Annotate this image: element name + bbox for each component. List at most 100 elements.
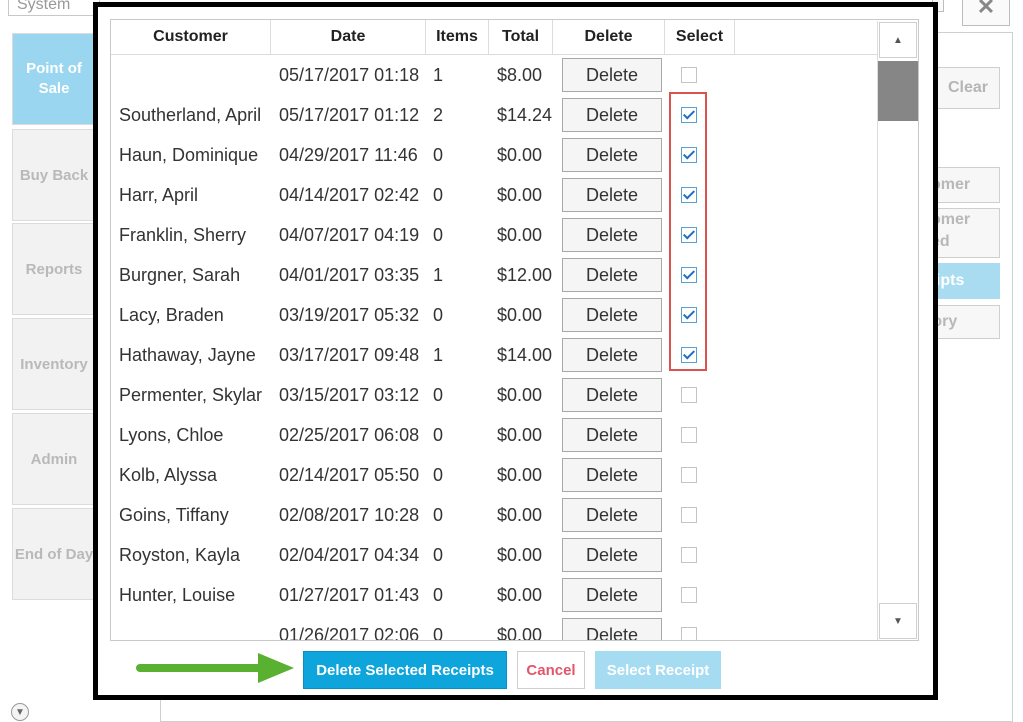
items-cell: 1 bbox=[433, 345, 444, 365]
select-checkbox[interactable] bbox=[681, 587, 697, 603]
table-row[interactable]: Hunter, Louise 01/27/2017 01:43 0 $0.00 Dele… bbox=[111, 575, 879, 615]
customer-cell: Lyons, Chloe bbox=[119, 425, 224, 445]
items-cell: 0 bbox=[433, 585, 444, 605]
table-row[interactable]: Lyons, Chloe 02/25/2017 06:08 0 $0.00 Delete bbox=[111, 415, 879, 455]
close-button[interactable]: ✕ bbox=[962, 0, 1010, 26]
date-cell: 01/26/2017 02:06 bbox=[279, 625, 420, 641]
date-cell: 01/27/2017 01:43 bbox=[279, 585, 420, 605]
sidebar-item-point-of-sale[interactable]: Point of Sale bbox=[12, 33, 96, 125]
delete-row-button[interactable]: Delete bbox=[562, 138, 662, 172]
total-cell: $0.00 bbox=[497, 145, 543, 165]
clear-button[interactable]: Clear bbox=[936, 67, 1000, 109]
items-cell: 0 bbox=[433, 225, 444, 245]
date-cell: 03/17/2017 09:48 bbox=[279, 345, 420, 365]
customer-cell: Kolb, Alyssa bbox=[119, 465, 218, 485]
total-cell: $0.00 bbox=[497, 585, 543, 605]
table-row[interactable]: 05/17/2017 01:18 1 $8.00 Delete bbox=[111, 55, 879, 95]
table-row[interactable]: Goins, Tiffany 02/08/2017 10:28 0 $0.00 Dele… bbox=[111, 495, 879, 535]
table-row[interactable]: Kolb, Alyssa 02/14/2017 05:50 0 $0.00 Delete bbox=[111, 455, 879, 495]
customer-cell: Franklin, Sherry bbox=[119, 225, 247, 245]
header-total[interactable]: Total bbox=[489, 20, 553, 54]
customer-cell: Lacy, Braden bbox=[119, 305, 224, 325]
delete-row-button[interactable]: Delete bbox=[562, 58, 662, 92]
delete-row-button[interactable]: Delete bbox=[562, 258, 662, 292]
table-row[interactable]: Permenter, Skylar 03/15/2017 03:12 0 $0.00 D… bbox=[111, 375, 879, 415]
receipts-grid: Customer Date Items Total Delete Select … bbox=[110, 19, 919, 641]
delete-row-button[interactable]: Delete bbox=[562, 538, 662, 572]
table-row[interactable]: Franklin, Sherry 04/07/2017 04:19 0 $0.00 De… bbox=[111, 215, 879, 255]
sidebar-item-reports[interactable]: Reports bbox=[12, 223, 96, 315]
select-checkbox[interactable] bbox=[681, 387, 697, 403]
sidebar-item-inventory[interactable]: Inventory bbox=[12, 318, 96, 410]
delete-row-button[interactable]: Delete bbox=[562, 498, 662, 532]
items-cell: 1 bbox=[433, 265, 444, 285]
sidebar-item-end-of-day[interactable]: End of Day bbox=[12, 508, 96, 600]
items-cell: 0 bbox=[433, 625, 444, 641]
delete-row-button[interactable]: Delete bbox=[562, 338, 662, 372]
receipts-dialog: Customer Date Items Total Delete Select … bbox=[93, 2, 938, 700]
customer-cell: Hunter, Louise bbox=[119, 585, 236, 605]
delete-row-button[interactable]: Delete bbox=[562, 298, 662, 332]
table-row[interactable]: Haun, Dominique 04/29/2017 11:46 0 $0.00 Del… bbox=[111, 135, 879, 175]
date-cell: 04/01/2017 03:35 bbox=[279, 265, 420, 285]
delete-row-button[interactable]: Delete bbox=[562, 218, 662, 252]
cancel-button[interactable]: Cancel bbox=[517, 651, 585, 689]
delete-row-button[interactable]: Delete bbox=[562, 458, 662, 492]
items-cell: 0 bbox=[433, 425, 444, 445]
header-customer[interactable]: Customer bbox=[111, 20, 271, 54]
total-cell: $0.00 bbox=[497, 505, 543, 525]
total-cell: $0.00 bbox=[497, 385, 543, 405]
date-cell: 02/04/2017 04:34 bbox=[279, 545, 420, 565]
delete-row-button[interactable]: Delete bbox=[562, 178, 662, 212]
scroll-up-icon[interactable]: ▲ bbox=[879, 22, 917, 58]
vertical-scrollbar[interactable]: ▲ ▼ bbox=[877, 21, 918, 640]
delete-row-button[interactable]: Delete bbox=[562, 618, 662, 640]
header-items[interactable]: Items bbox=[426, 20, 489, 54]
select-checkbox[interactable] bbox=[681, 467, 697, 483]
date-cell: 02/14/2017 05:50 bbox=[279, 465, 420, 485]
select-checkbox[interactable] bbox=[681, 427, 697, 443]
select-receipt-button[interactable]: Select Receipt bbox=[595, 651, 721, 689]
sidebar-item-buy-back[interactable]: Buy Back bbox=[12, 129, 96, 221]
sidebar-item-admin[interactable]: Admin bbox=[12, 413, 96, 505]
customer-cell: Royston, Kayla bbox=[119, 545, 241, 565]
select-checkbox[interactable] bbox=[681, 507, 697, 523]
total-cell: $0.00 bbox=[497, 425, 543, 445]
system-field[interactable]: System bbox=[8, 0, 100, 16]
header-select[interactable]: Select bbox=[665, 20, 735, 54]
delete-row-button[interactable]: Delete bbox=[562, 418, 662, 452]
chevron-down-icon[interactable]: ▼ bbox=[11, 703, 29, 721]
select-checkbox[interactable] bbox=[681, 627, 697, 640]
table-row[interactable]: Burgner, Sarah 04/01/2017 03:35 1 $12.00 Del… bbox=[111, 255, 879, 295]
delete-row-button[interactable]: Delete bbox=[562, 98, 662, 132]
date-cell: 04/07/2017 04:19 bbox=[279, 225, 420, 245]
delete-row-button[interactable]: Delete bbox=[562, 578, 662, 612]
header-date[interactable]: Date bbox=[271, 20, 426, 54]
table-row[interactable]: Harr, April 04/14/2017 02:42 0 $0.00 Delete bbox=[111, 175, 879, 215]
customer-cell: Permenter, Skylar bbox=[119, 385, 263, 405]
table-row[interactable]: Lacy, Braden 03/19/2017 05:32 0 $0.00 Delete bbox=[111, 295, 879, 335]
table-row[interactable]: Southerland, April 05/17/2017 01:12 2 $14.2… bbox=[111, 95, 879, 135]
customer-cell: Burgner, Sarah bbox=[119, 265, 241, 285]
total-cell: $14.00 bbox=[497, 345, 553, 365]
items-cell: 0 bbox=[433, 545, 444, 565]
total-cell: $12.00 bbox=[497, 265, 553, 285]
select-checkbox[interactable] bbox=[681, 67, 697, 83]
items-cell: 0 bbox=[433, 305, 444, 325]
table-row[interactable]: Royston, Kayla 02/04/2017 04:34 0 $0.00 Dele… bbox=[111, 535, 879, 575]
select-checkbox[interactable] bbox=[681, 547, 697, 563]
scroll-down-icon[interactable]: ▼ bbox=[879, 603, 917, 639]
delete-row-button[interactable]: Delete bbox=[562, 378, 662, 412]
date-cell: 03/19/2017 05:32 bbox=[279, 305, 420, 325]
total-cell: $0.00 bbox=[497, 305, 543, 325]
table-row[interactable]: 01/26/2017 02:06 0 $0.00 Delete bbox=[111, 615, 879, 641]
items-cell: 2 bbox=[433, 105, 444, 125]
date-cell: 05/17/2017 01:18 bbox=[279, 65, 420, 85]
green-arrow-annotation bbox=[136, 653, 294, 683]
header-delete[interactable]: Delete bbox=[553, 20, 665, 54]
total-cell: $0.00 bbox=[497, 225, 543, 245]
table-row[interactable]: Hathaway, Jayne 03/17/2017 09:48 1 $14.00 De… bbox=[111, 335, 879, 375]
scrollbar-thumb[interactable] bbox=[878, 61, 918, 121]
delete-selected-receipts-button[interactable]: Delete Selected Receipts bbox=[303, 651, 507, 689]
total-cell: $0.00 bbox=[497, 465, 543, 485]
